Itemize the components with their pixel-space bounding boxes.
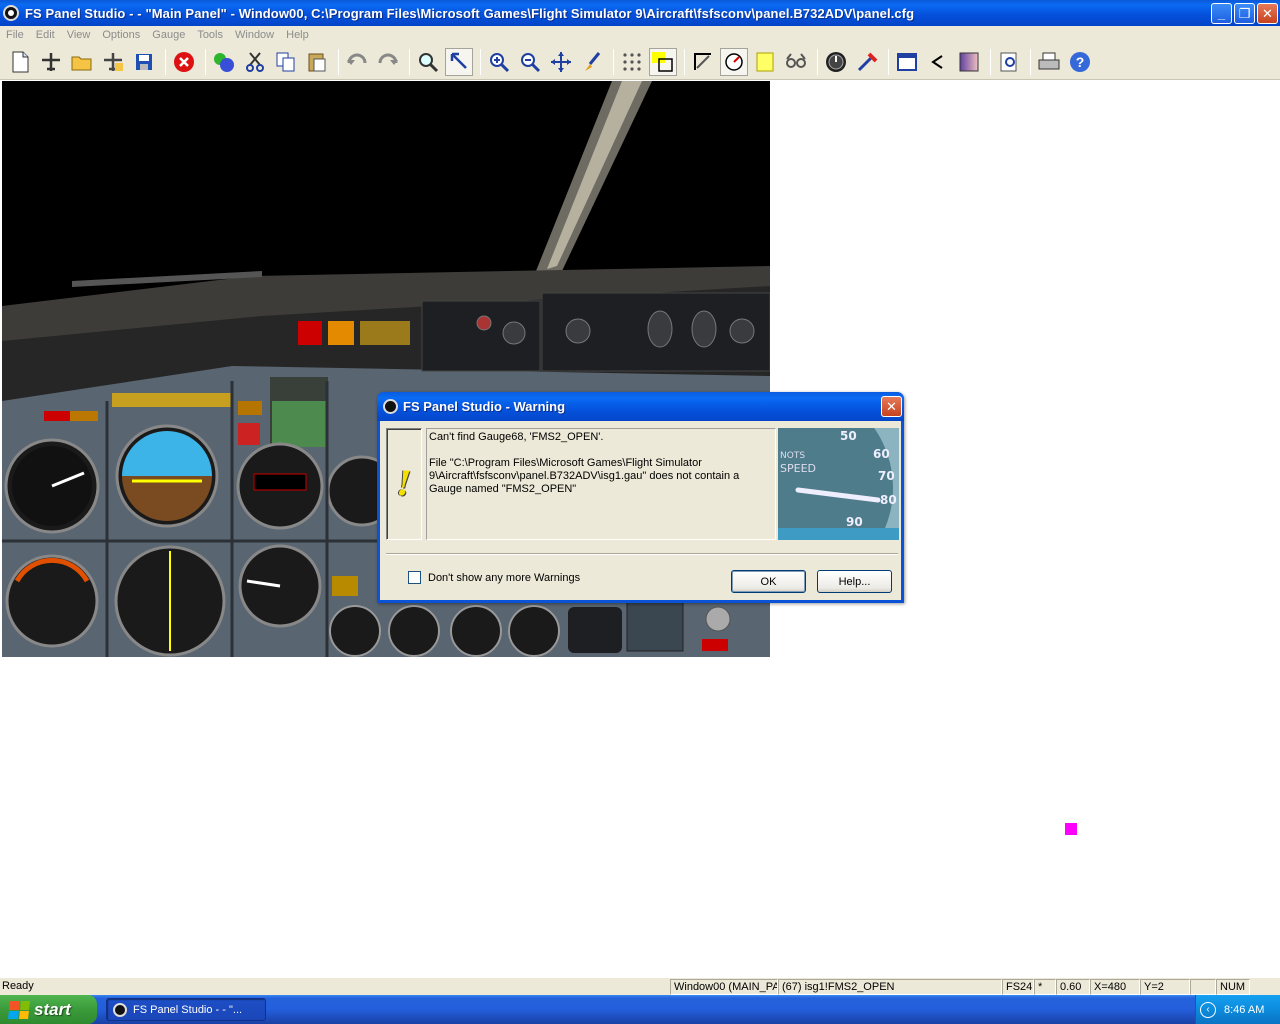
gauge-edit-icon[interactable] (720, 47, 748, 76)
app-icon (113, 1002, 127, 1017)
menu-file[interactable]: File (0, 29, 30, 41)
grid-icon[interactable] (618, 48, 646, 76)
restore-button[interactable]: ❐ (1234, 3, 1255, 24)
zoom-in-icon[interactable] (485, 48, 513, 76)
pointer-icon[interactable] (445, 47, 473, 76)
magnifier-icon[interactable] (414, 48, 442, 76)
taskbar: start FS Panel Studio - - "... ‹ 8:46 AM (0, 995, 1280, 1024)
status-ready: Ready (2, 980, 34, 992)
message-box: Can't find Gauge68, 'FMS2_OPEN'. File "C… (426, 428, 776, 540)
tray-expand-icon[interactable]: ‹ (1200, 1001, 1216, 1018)
brush-icon[interactable] (578, 48, 606, 76)
menu-window[interactable]: Window (229, 29, 280, 41)
new-icon[interactable] (6, 48, 34, 76)
menu-edit[interactable]: Edit (30, 29, 61, 41)
warning-icon-box: ! (386, 428, 422, 540)
dialog-close-button[interactable]: ✕ (881, 396, 902, 417)
status-y: Y=2 (1140, 979, 1190, 995)
ok-button[interactable]: OK (731, 570, 806, 593)
dialog-divider (386, 553, 898, 555)
menu-help[interactable]: Help (280, 29, 315, 41)
speed-caption-2: SPEED (780, 462, 816, 475)
taskbar-item-label: FS Panel Studio - - "... (133, 1003, 243, 1016)
zoom-out-icon[interactable] (516, 48, 544, 76)
stop-icon[interactable] (170, 48, 198, 76)
tray-clock[interactable]: 8:46 AM (1224, 1004, 1264, 1016)
windows-logo-icon (8, 1000, 30, 1019)
cut-icon[interactable] (241, 48, 269, 76)
open-icon[interactable] (68, 48, 96, 76)
taskbar-item-fs-panel-studio[interactable]: FS Panel Studio - - "... (106, 998, 266, 1021)
back-icon[interactable] (924, 48, 952, 76)
exclamation-icon: ! (396, 464, 412, 504)
status-modified: * (1034, 979, 1056, 995)
move-icon[interactable] (547, 48, 575, 76)
close-button[interactable]: ✕ (1257, 3, 1278, 24)
frame-icon[interactable] (751, 48, 779, 76)
message-line-1: Can't find Gauge68, 'FMS2_OPEN'. (429, 431, 604, 443)
window-title: FS Panel Studio - - "Main Panel" - Windo… (25, 5, 915, 21)
dialog-title: FS Panel Studio - Warning (403, 399, 566, 414)
start-button[interactable]: start (0, 995, 97, 1024)
menu-gauge[interactable]: Gauge (146, 29, 191, 41)
aircraft-icon[interactable] (37, 48, 65, 76)
toolbar: ? (0, 44, 1280, 80)
status-empty (1190, 979, 1216, 995)
speed-caption-1: NOTS (780, 451, 805, 461)
menu-bar: File Edit View Options Gauge Tools Windo… (0, 26, 1280, 44)
title-bar: FS Panel Studio - - "Main Panel" - Windo… (0, 0, 1280, 26)
copy-icon[interactable] (272, 48, 300, 76)
warning-dialog: FS Panel Studio - Warning ✕ ! Can't find… (377, 392, 904, 603)
preview-icon[interactable] (995, 48, 1023, 76)
window-controls: _ ❐ ✕ (1211, 3, 1278, 24)
status-num: NUM (1216, 979, 1250, 995)
paste-icon[interactable] (303, 48, 331, 76)
undo-icon[interactable] (343, 48, 371, 76)
app-icon (383, 399, 398, 414)
status-x: X=480 (1090, 979, 1140, 995)
redo-icon[interactable] (374, 48, 402, 76)
app-icon[interactable] (3, 5, 19, 21)
status-bar: Ready Window00 (MAIN_PA (67) isg1!FMS2_O… (0, 977, 1280, 995)
speed-tick-70: 70 (878, 469, 895, 483)
minimize-button[interactable]: _ (1211, 3, 1232, 24)
select-gauge-icon[interactable] (649, 47, 677, 76)
status-window: Window00 (MAIN_PA (670, 979, 778, 995)
status-sim: FS24 (1002, 979, 1034, 995)
clock-gauge-icon[interactable] (822, 48, 850, 76)
message-line-2: File "C:\Program Files\Microsoft Games\F… (429, 457, 740, 495)
svg-text:?: ? (1076, 54, 1085, 70)
corner-icon[interactable] (689, 48, 717, 76)
dont-show-warnings-row[interactable]: Don't show any more Warnings (408, 571, 580, 584)
dont-show-warnings-checkbox[interactable] (408, 571, 421, 584)
gradient-icon[interactable] (955, 48, 983, 76)
aircraft-open-icon[interactable] (99, 48, 127, 76)
help-button[interactable]: Help... (817, 570, 892, 593)
menu-options[interactable]: Options (96, 29, 146, 41)
print-icon[interactable] (1035, 48, 1063, 76)
speed-tick-90: 90 (846, 515, 863, 529)
window-icon[interactable] (893, 48, 921, 76)
selection-marker[interactable] (1065, 823, 1077, 835)
dialog-title-bar[interactable]: FS Panel Studio - Warning ✕ (377, 392, 904, 421)
menu-view[interactable]: View (61, 29, 97, 41)
status-gauge: (67) isg1!FMS2_OPEN (778, 979, 1002, 995)
speed-tick-60: 60 (873, 447, 890, 461)
system-tray: ‹ 8:46 AM (1195, 995, 1280, 1024)
start-label: start (34, 999, 71, 1019)
menu-tools[interactable]: Tools (191, 29, 229, 41)
speed-tick-80: 80 (880, 493, 897, 507)
globe-icon[interactable] (210, 48, 238, 76)
save-icon[interactable] (130, 48, 158, 76)
tools-icon[interactable] (853, 48, 881, 76)
help-icon[interactable]: ? (1066, 48, 1094, 76)
speed-tick-50: 50 (840, 429, 857, 443)
airspeed-gauge-image: 50 60 70 80 90 NOTS SPEED (778, 428, 899, 540)
view-icon[interactable] (782, 48, 810, 76)
status-zoom: 0.60 (1056, 979, 1090, 995)
dont-show-warnings-label[interactable]: Don't show any more Warnings (428, 572, 580, 584)
